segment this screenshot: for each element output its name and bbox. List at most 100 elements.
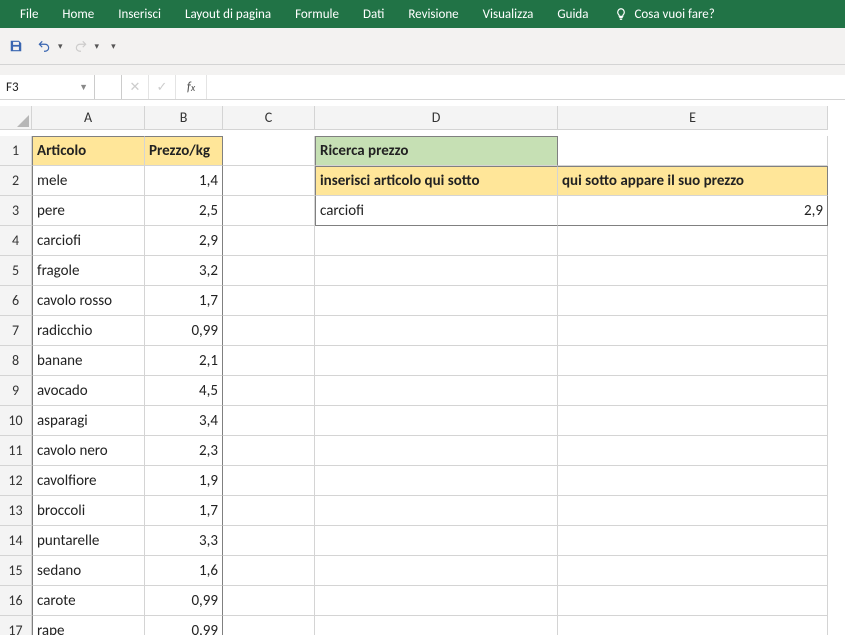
cell-B5[interactable]: 3,2 [145, 256, 223, 286]
row-header-2[interactable]: 2 [0, 166, 32, 196]
cell-D11[interactable] [315, 436, 558, 466]
tab-view[interactable]: Visualizza [471, 0, 546, 28]
row-header-5[interactable]: 5 [0, 256, 32, 286]
cell-D7[interactable] [315, 316, 558, 346]
row-header-11[interactable]: 11 [0, 436, 32, 466]
cell-E11[interactable] [558, 436, 828, 466]
cell-B7[interactable]: 0,99 [145, 316, 223, 346]
cell-E12[interactable] [558, 466, 828, 496]
cell-D15[interactable] [315, 556, 558, 586]
cell-C4[interactable] [223, 226, 315, 256]
cell-B1[interactable]: Prezzo/kg [145, 136, 223, 166]
cell-C14[interactable] [223, 526, 315, 556]
cell-B15[interactable]: 1,6 [145, 556, 223, 586]
cell-B14[interactable]: 3,3 [145, 526, 223, 556]
cell-B17[interactable]: 0,99 [145, 616, 223, 635]
cell-A12[interactable]: cavolfiore [32, 466, 145, 496]
redo-dropdown[interactable]: ▾ [95, 41, 100, 52]
cell-C1[interactable] [223, 136, 315, 166]
cell-A5[interactable]: fragole [32, 256, 145, 286]
cell-A8[interactable]: banane [32, 346, 145, 376]
tab-help[interactable]: Guida [545, 0, 600, 28]
cell-A17[interactable]: rape [32, 616, 145, 635]
row-header-17[interactable]: 17 [0, 616, 32, 635]
cell-C16[interactable] [223, 586, 315, 616]
cell-B3[interactable]: 2,5 [145, 196, 223, 226]
tab-review[interactable]: Revisione [396, 0, 470, 28]
select-all-corner[interactable] [0, 106, 32, 130]
cell-E2[interactable]: qui sotto appare il suo prezzo [558, 166, 828, 196]
cell-A7[interactable]: radicchio [32, 316, 145, 346]
formula-input[interactable] [207, 75, 845, 99]
col-header-C[interactable]: C [223, 106, 315, 130]
cell-C3[interactable] [223, 196, 315, 226]
cell-B2[interactable]: 1,4 [145, 166, 223, 196]
col-header-B[interactable]: B [145, 106, 223, 130]
row-header-3[interactable]: 3 [0, 196, 32, 226]
cell-E15[interactable] [558, 556, 828, 586]
cell-A11[interactable]: cavolo nero [32, 436, 145, 466]
tab-data[interactable]: Dati [351, 0, 396, 28]
cell-A15[interactable]: sedano [32, 556, 145, 586]
cell-C9[interactable] [223, 376, 315, 406]
cell-E9[interactable] [558, 376, 828, 406]
cell-A1[interactable]: Articolo [32, 136, 145, 166]
cell-D12[interactable] [315, 466, 558, 496]
cell-C12[interactable] [223, 466, 315, 496]
cell-D2[interactable]: inserisci articolo qui sotto [315, 166, 558, 196]
cell-E5[interactable] [558, 256, 828, 286]
cell-C2[interactable] [223, 166, 315, 196]
cell-D6[interactable] [315, 286, 558, 316]
cell-A13[interactable]: broccoli [32, 496, 145, 526]
cell-E3[interactable]: 2,9 [558, 196, 828, 226]
row-header-14[interactable]: 14 [0, 526, 32, 556]
cell-D5[interactable] [315, 256, 558, 286]
cell-E8[interactable] [558, 346, 828, 376]
cell-E17[interactable] [558, 616, 828, 635]
cell-D1[interactable]: Ricerca prezzo [315, 136, 558, 166]
name-box[interactable]: F3 ▼ [0, 75, 95, 99]
tab-home[interactable]: Home [50, 0, 106, 28]
cell-A10[interactable]: asparagi [32, 406, 145, 436]
cell-B6[interactable]: 1,7 [145, 286, 223, 316]
cell-C10[interactable] [223, 406, 315, 436]
cell-A4[interactable]: carciofi [32, 226, 145, 256]
cell-C15[interactable] [223, 556, 315, 586]
cell-A16[interactable]: carote [32, 586, 145, 616]
cell-B16[interactable]: 0,99 [145, 586, 223, 616]
cell-D10[interactable] [315, 406, 558, 436]
cell-E1[interactable] [558, 136, 828, 166]
row-header-9[interactable]: 9 [0, 376, 32, 406]
cell-D4[interactable] [315, 226, 558, 256]
cell-C11[interactable] [223, 436, 315, 466]
row-header-7[interactable]: 7 [0, 316, 32, 346]
cell-A2[interactable]: mele [32, 166, 145, 196]
cell-B9[interactable]: 4,5 [145, 376, 223, 406]
cell-C8[interactable] [223, 346, 315, 376]
cell-B8[interactable]: 2,1 [145, 346, 223, 376]
row-header-1[interactable]: 1 [0, 136, 32, 166]
row-header-8[interactable]: 8 [0, 346, 32, 376]
cell-D16[interactable] [315, 586, 558, 616]
tab-formulas[interactable]: Formule [283, 0, 351, 28]
cell-C13[interactable] [223, 496, 315, 526]
row-header-10[interactable]: 10 [0, 406, 32, 436]
cell-B4[interactable]: 2,9 [145, 226, 223, 256]
cell-C6[interactable] [223, 286, 315, 316]
col-header-A[interactable]: A [32, 106, 145, 130]
cell-C7[interactable] [223, 316, 315, 346]
cell-E14[interactable] [558, 526, 828, 556]
fx-icon[interactable]: fx [176, 75, 207, 99]
row-header-13[interactable]: 13 [0, 496, 32, 526]
cell-B13[interactable]: 1,7 [145, 496, 223, 526]
tab-page-layout[interactable]: Layout di pagina [173, 0, 283, 28]
row-header-4[interactable]: 4 [0, 226, 32, 256]
cell-D17[interactable] [315, 616, 558, 635]
row-header-16[interactable]: 16 [0, 586, 32, 616]
row-header-6[interactable]: 6 [0, 286, 32, 316]
cell-D9[interactable] [315, 376, 558, 406]
cell-E6[interactable] [558, 286, 828, 316]
cell-B12[interactable]: 1,9 [145, 466, 223, 496]
cell-E7[interactable] [558, 316, 828, 346]
cell-B11[interactable]: 2,3 [145, 436, 223, 466]
